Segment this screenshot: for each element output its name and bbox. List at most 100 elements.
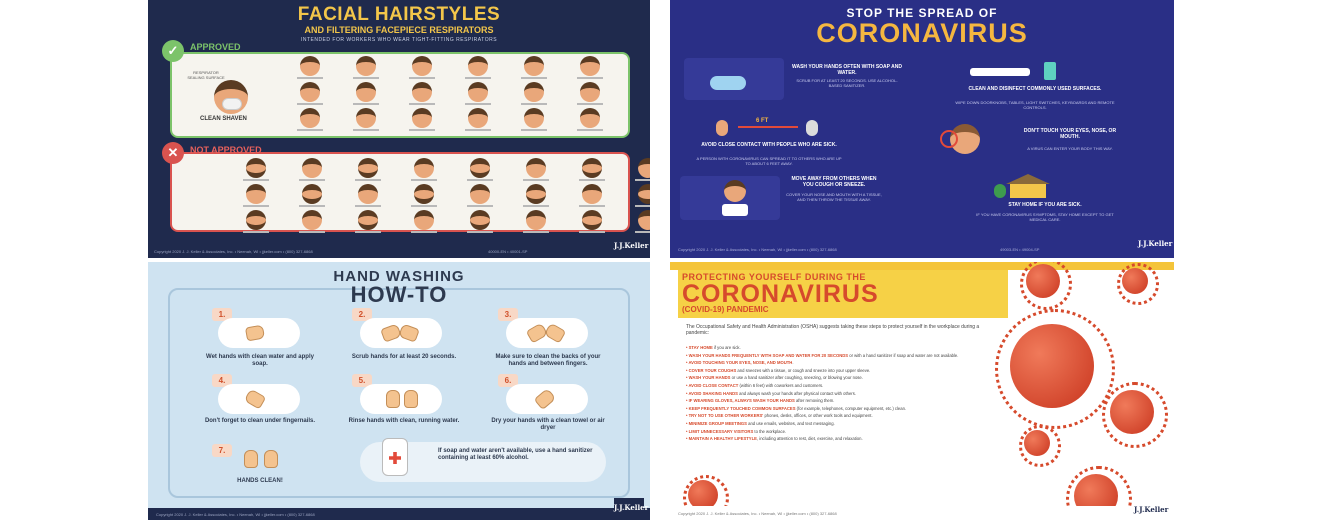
list-item-emphasis: • WASH YOUR HANDS — [686, 375, 731, 381]
list-item-text: (within 6 feet) with coworkers and custo… — [738, 382, 824, 388]
face-caption — [409, 103, 435, 105]
tip-heading: CLEAN AND DISINFECT COMMONLY USED SURFAC… — [968, 86, 1102, 92]
step-text: Rinse hands with clean, running water. — [348, 418, 460, 424]
face-caption — [577, 129, 603, 131]
poster-facial-hairstyles[interactable]: FACIAL HAIRSTYLES AND FILTERING FACEPIEC… — [148, 0, 650, 258]
tip-heading: DON'T TOUCH YOUR EYES, NOSE, OR MOUTH. — [1023, 128, 1117, 140]
face-illustration-icon — [470, 184, 490, 204]
face-caption — [243, 179, 269, 181]
list-item-emphasis: • LIMIT UNNECESSARY VISITORS — [686, 428, 754, 434]
poster-stop-the-spread[interactable]: STOP THE SPREAD OF CORONAVIRUS WASH YOUR… — [670, 0, 1174, 258]
tip-text: IF YOU HAVE CORONAVIRUS SYMPTOMS, STAY H… — [976, 212, 1114, 222]
face-caption — [521, 103, 547, 105]
face-caption — [579, 205, 605, 207]
virus-icon — [1117, 263, 1159, 305]
list-item-emphasis: • STAY HOME — [686, 345, 713, 350]
respirator-icon — [222, 98, 242, 110]
face-illustration-icon — [414, 184, 434, 204]
list-item: • COVER YOUR COUGHS and sneezes with a t… — [686, 367, 1004, 375]
list-item: • LIMIT UNNECESSARY VISITORS to the work… — [686, 428, 1004, 436]
tip-heading: STAY HOME IF YOU ARE SICK. — [1008, 202, 1082, 208]
face-caption — [577, 77, 603, 79]
face-caption — [355, 205, 381, 207]
top-band — [670, 262, 1174, 270]
poster-footer: Copyright 2020 J. J. Keller & Associates… — [678, 511, 837, 516]
face-illustration-icon — [414, 158, 434, 178]
face-illustration-icon — [524, 82, 544, 102]
face-illustration-icon — [526, 210, 546, 230]
poster-footer-code: 40000-EN • 40001-SP — [488, 249, 528, 254]
list-item-emphasis: • KEEP FREQUENTLY TOUCHED COMMON SURFACE… — [686, 405, 796, 411]
face-illustration-icon — [582, 184, 602, 204]
poster-hand-washing[interactable]: HAND WASHING HOW-TO 1. Wet hands with cl… — [148, 262, 650, 520]
face-illustration-icon — [580, 108, 600, 128]
list-item-text: to the workplace. — [753, 428, 787, 434]
face-caption — [635, 179, 650, 181]
person-icon — [716, 120, 728, 136]
face-caption — [579, 179, 605, 181]
face-illustration-icon — [358, 184, 378, 204]
face-illustration-icon — [246, 210, 266, 230]
x-icon: ✕ — [162, 142, 184, 164]
face-illustration-icon — [358, 158, 378, 178]
list-item-text: if you are sick. — [712, 345, 741, 350]
face-caption — [521, 129, 547, 131]
face-caption — [635, 231, 650, 233]
face-illustration-icon — [580, 56, 600, 76]
face-illustration-icon — [638, 184, 650, 204]
face-caption — [635, 205, 650, 207]
face-illustration-icon — [470, 158, 490, 178]
poster-protecting-yourself[interactable]: PROTECTING YOURSELF DURING THE CORONAVIR… — [670, 262, 1174, 520]
face-illustration-icon — [300, 108, 320, 128]
list-item-emphasis: • MINIMIZE GROUP MEETINGS — [686, 420, 747, 426]
face-caption — [577, 103, 603, 105]
tip-heading: AVOID CLOSE CONTACT WITH PEOPLE WHO ARE … — [701, 142, 837, 148]
face-illustration-icon — [524, 56, 544, 76]
face-caption — [467, 231, 493, 233]
face-caption — [523, 231, 549, 233]
step-text: HANDS CLEAN! — [237, 478, 283, 484]
poster-title-line2: CORONAVIRUS — [816, 18, 1028, 48]
tip-text: A PERSON WITH CORONAVIRUS CAN SPREAD IT … — [696, 156, 842, 166]
face-caption — [299, 179, 325, 181]
face-caption — [297, 129, 323, 131]
virus-icon — [1019, 262, 1073, 311]
face-caption — [465, 77, 491, 79]
face-illustration-icon — [414, 210, 434, 230]
disinfect-illustration — [970, 62, 1100, 80]
face-illustration-icon — [468, 108, 488, 128]
face-caption — [297, 77, 323, 79]
step-text: Don't forget to clean under fingernails. — [204, 418, 316, 424]
list-item-text: and always wash your hands after physica… — [737, 390, 856, 396]
list-item: • TRY NOT TO USE OTHER WORKERS' phones, … — [686, 412, 1004, 420]
face-illustration-icon — [526, 158, 546, 178]
face-caption — [355, 179, 381, 181]
face-illustration-icon — [246, 184, 266, 204]
shirt-icon — [722, 204, 748, 216]
face-illustration-icon — [356, 82, 376, 102]
face-illustration-icon — [582, 158, 602, 178]
sanitizer-text: If soap and water aren't available, use … — [438, 448, 593, 461]
dry-hands-icon — [506, 384, 588, 414]
list-item-text: phones, desks, offices, or other work to… — [763, 413, 873, 419]
poster-title-line3: (COVID-19) PANDEMIC — [682, 305, 769, 314]
face-caption — [299, 205, 325, 207]
list-item-emphasis: • AVOID SHAKING HANDS — [686, 390, 738, 396]
face-caption — [521, 77, 547, 79]
face-illustration-icon — [302, 210, 322, 230]
face-illustration-icon — [580, 82, 600, 102]
virus-icon — [1019, 425, 1061, 467]
list-item-text: . — [792, 360, 794, 366]
face-illustration-icon — [468, 56, 488, 76]
face-caption — [353, 129, 379, 131]
poster-title: FACIAL HAIRSTYLES — [297, 4, 501, 25]
list-item-emphasis: • TRY NOT TO USE OTHER WORKERS' — [686, 413, 764, 419]
list-item-text: and sneezes with a tissue, or cough and … — [736, 367, 871, 373]
respirator-label: RESPIRATOR SEALING SURFACE — [187, 70, 225, 80]
list-item: • MINIMIZE GROUP MEETINGS and use emails… — [686, 420, 1004, 428]
distance-label: 6 FT — [756, 118, 769, 124]
poster-footer: Copyright 2020 J. J. Keller & Associates… — [678, 247, 837, 252]
tip-text: COVER YOUR NOSE AND MOUTH WITH A TISSUE,… — [786, 192, 882, 202]
poster-grid: FACIAL HAIRSTYLES AND FILTERING FACEPIEC… — [0, 0, 1319, 520]
face-illustration-icon — [582, 210, 602, 230]
